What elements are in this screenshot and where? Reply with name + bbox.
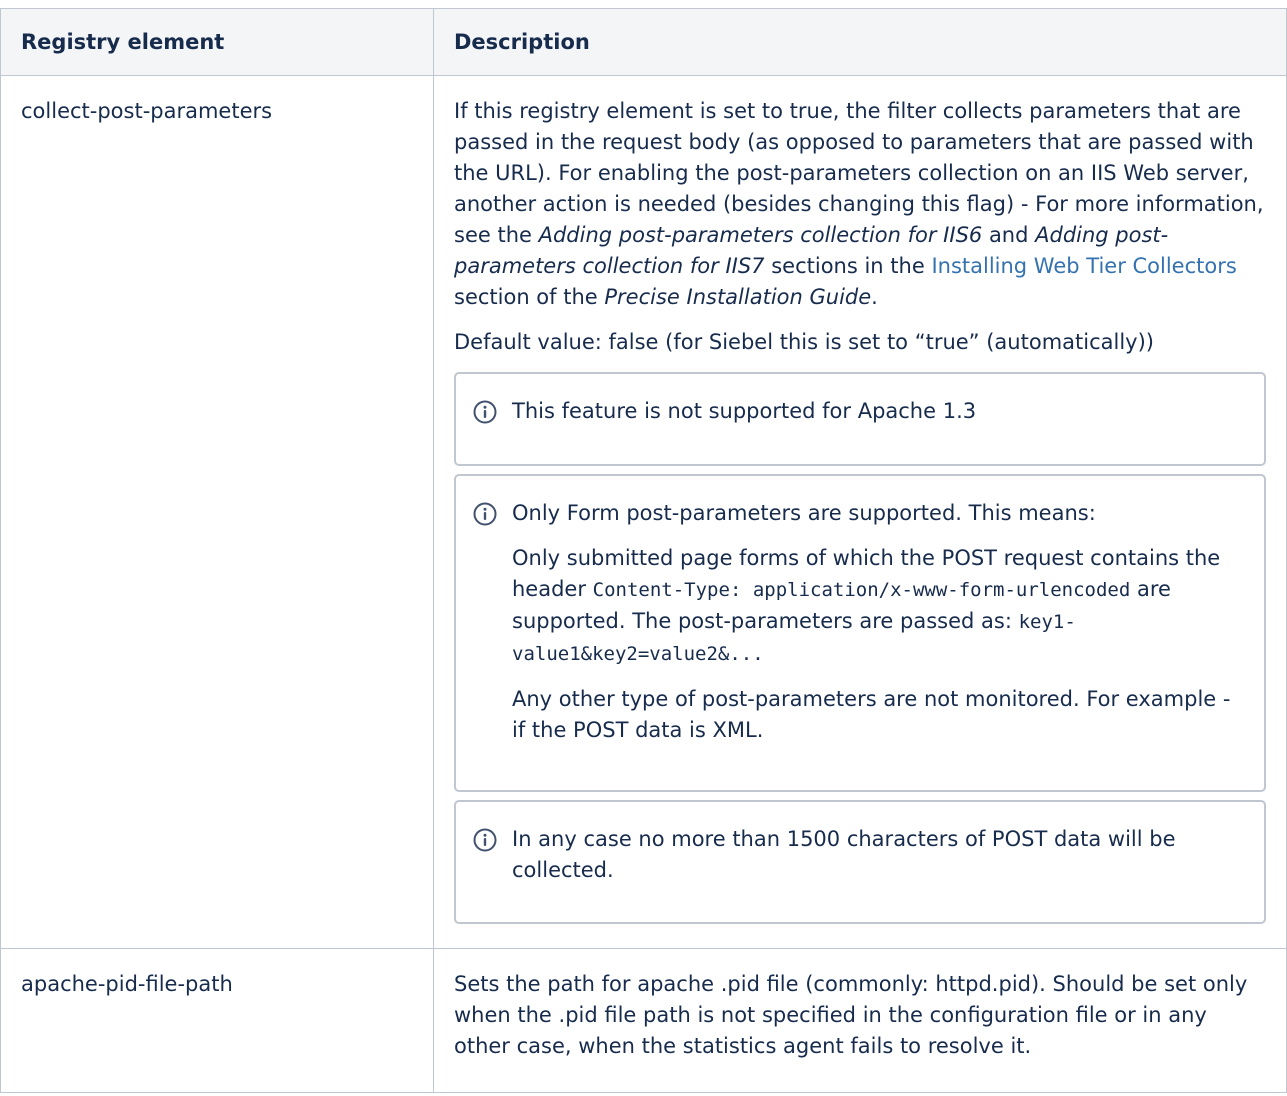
description-emphasis: Precise Installation Guide [604,285,872,309]
content-type-code: Content-Type: application/x-www-form-url… [592,579,1131,601]
description-text: and [982,223,1036,247]
info-panel: Only Form post-parameters are supported.… [454,474,1266,792]
info-panel: In any case no more than 1500 characters… [454,800,1266,924]
table-row: apache-pid-file-path Sets the path for a… [0,948,1287,1093]
description-cell: Sets the path for apache .pid file (comm… [433,948,1287,1093]
description-paragraph: Sets the path for apache .pid file (comm… [454,972,1248,1058]
description-text: sections in the [764,254,932,278]
installing-web-tier-collectors-link[interactable]: Installing Web Tier Collectors [931,254,1236,278]
info-panel-detail: Only submitted page forms of which the P… [512,543,1248,670]
table-header-row: Registry element Description [0,8,1287,76]
header-description: Description [433,8,1287,76]
info-panel-extra: Any other type of post-parameters are no… [512,687,1231,742]
table-row: collect-post-parameters If this registry… [0,75,1287,949]
description-paragraph: If this registry element is set to true,… [454,96,1266,313]
info-icon [473,400,497,424]
registry-element-name: apache-pid-file-path [0,948,434,1093]
default-value-text: Default value: false (for Siebel this is… [454,330,1154,354]
description-text: . [871,285,878,309]
description-cell: If this registry element is set to true,… [433,75,1287,949]
info-panel-text: This feature is not supported for Apache… [512,399,977,423]
info-panel: This feature is not supported for Apache… [454,372,1266,466]
info-panel-text: In any case no more than 1500 characters… [512,827,1176,882]
registry-table: Registry element Description collect-pos… [0,8,1287,1093]
info-icon [473,502,497,526]
header-registry-element: Registry element [0,8,434,76]
description-text: section of the [454,285,605,309]
registry-element-name: collect-post-parameters [0,75,434,949]
info-panel-text: Only Form post-parameters are supported.… [512,501,1096,525]
info-icon [473,828,497,852]
description-emphasis: Adding post-parameters collection for II… [538,223,983,247]
